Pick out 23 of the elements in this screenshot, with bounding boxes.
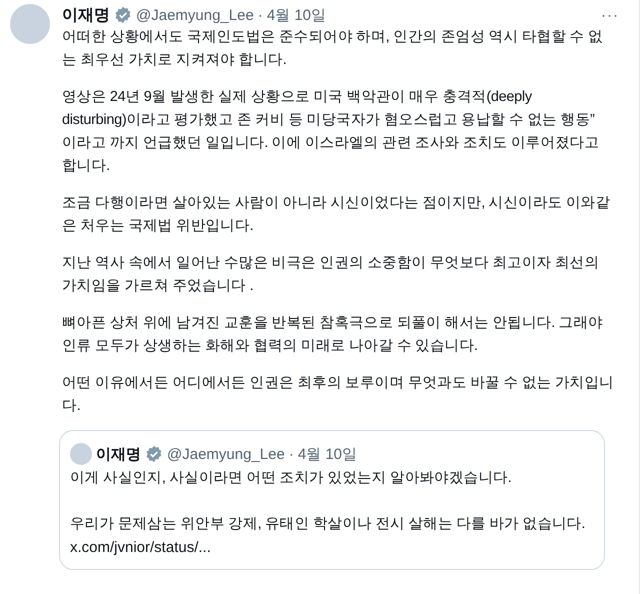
post-paragraph: 조금 다행이라면 살아있는 사람이 아니라 시신이었다는 점이지만, 시신이라도 이와같 은 처우는 국제법 위반입니다. bbox=[62, 194, 612, 236]
post-paragraph: 뼈아픈 상처 위에 남겨진 교훈을 반복된 참혹극으로 되풀이 해서는 안됩니다. 그래야 인류 모두가 상생하는 화해와 협력의 미래로 나아갈 수 있습니다. bbox=[62, 314, 604, 356]
separator: · bbox=[288, 446, 294, 462]
quoted-post-card[interactable]: 이재명 @Jaemyung_Lee · 4월 10일 이게 사실인지, 사실이라면 어떤 조치가 있었는지 알아봐야겠습니다. 우리가 문제삼는 위안부 강제, 유태인 학살이나 전시 살해는 다를 바가 없습니다. x.com/jvnior/status/... bbox=[59, 430, 605, 570]
author-handle[interactable]: @Jaemyung_Lee bbox=[136, 6, 254, 24]
post-paragraph: 지난 역사 속에서 일어난 수많은 비극은 인권의 소중함이 무엇보다 최고이자 최선의 가치임을 가르쳐 주었습니다 . bbox=[62, 254, 600, 296]
verified-badge-icon bbox=[114, 6, 132, 24]
post-paragraph: 어떤 이유에서든 어디에서든 인권은 최후의 보루이며 무엇과도 바꿀 수 없는 가치입니 다. bbox=[62, 374, 615, 416]
separator: · bbox=[258, 6, 263, 24]
post-paragraph: 우리가 문제삼는 위안부 강제, 유태인 학살이나 전시 살해는 다를 바가 없습니다. bbox=[70, 515, 586, 534]
author-name[interactable]: 이재명 bbox=[62, 4, 110, 26]
post-paragraph: 이게 사실인지, 사실이라면 어떤 조치가 있었는지 알아봐야겠습니다. bbox=[70, 469, 512, 488]
author-handle: @Jaemyung_Lee bbox=[167, 446, 285, 462]
verified-badge-icon bbox=[145, 445, 163, 463]
avatar bbox=[70, 443, 92, 465]
post-paragraph: 영상은 24년 9월 발생한 실제 상황으로 미국 백악관이 매우 충격적(deeply disturbing)이라고 평가했고 존 커비 등 미당국자가 혐오스럽고 용납할 수 없는 행동” 이라고 까지 언급했던 일입니다. 이에 이스라엘의 관련 조사와 조치도 이루어졌다고 합니다. bbox=[62, 88, 600, 176]
post-date: 4월 10일 bbox=[298, 444, 358, 464]
author-name: 이재명 bbox=[96, 444, 141, 464]
more-options-button[interactable]: ··· bbox=[601, 6, 619, 24]
link[interactable]: x.com/jvnior/status/... bbox=[70, 536, 592, 559]
post-paragraph: 어떠한 상황에서도 국제인도법은 준수되어야 하며, 인간의 존엄성 역시 타협할 수 없 는 최우선 가치로 지켜져야 합니다. bbox=[62, 28, 604, 70]
avatar[interactable] bbox=[10, 4, 50, 44]
post-date[interactable]: 4월 10일 bbox=[266, 6, 326, 24]
